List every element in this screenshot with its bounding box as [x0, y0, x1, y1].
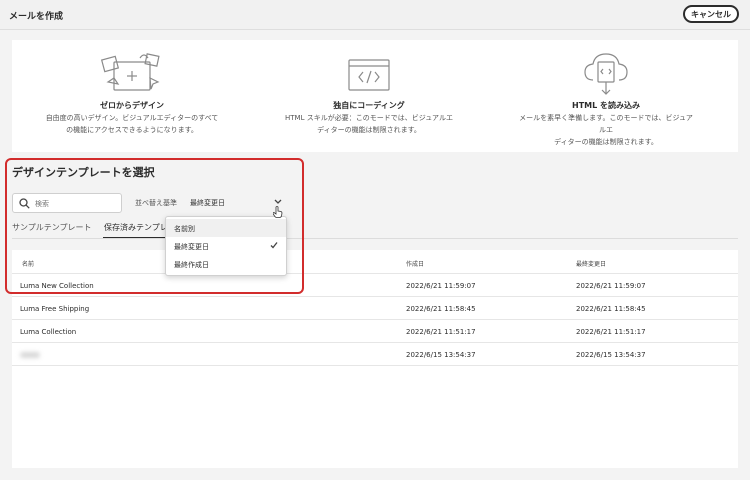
row-name: Luma Free Shipping: [20, 305, 90, 313]
design-canvas-icon: [100, 50, 164, 96]
option-title: ゼロからデザイン: [100, 101, 164, 110]
row-created: 2022/6/15 13:54:37: [406, 351, 476, 359]
option-title: 独自にコーディング: [333, 101, 405, 110]
page-title: メールを作成: [9, 12, 64, 22]
table-row[interactable]: Luma Collection 2022/6/21 11:51:17 2022/…: [12, 320, 738, 343]
sort-option-last-created[interactable]: 最終作成日: [166, 255, 286, 273]
cancel-button[interactable]: キャンセル: [683, 5, 739, 23]
option-import-html[interactable]: HTML を読み込み メールを素早く準備します。このモードでは、ビジュアルエ デ…: [506, 40, 706, 152]
row-modified: 2022/6/15 13:54:37: [576, 351, 646, 359]
table-header: 名前 作成日 最終変更日: [12, 250, 738, 274]
row-name: Luma Collection: [20, 328, 77, 336]
row-modified: 2022/6/21 11:59:07: [576, 282, 646, 290]
row-name: Luma New Collection: [20, 282, 94, 290]
column-header-created[interactable]: 作成日: [406, 259, 424, 268]
template-tabs: サンプルテンプレート 保存済みテンプレ: [12, 222, 738, 239]
sort-dropdown-menu: 名前別 最終変更日 最終作成日: [165, 216, 287, 276]
option-custom-code[interactable]: 独自にコーディング HTML スキルが必要：このモードでは、ビジュアルエ ディタ…: [269, 40, 469, 152]
option-description: メールを素早く準備します。このモードでは、ビジュアルエ ディターの機能は制限され…: [519, 114, 693, 146]
row-name-redacted: [20, 352, 40, 358]
hand-cursor-icon: [272, 206, 283, 220]
option-description: 自由度の高いデザイン。ビジュアルエディターのすべて の機能にアクセスできるように…: [45, 114, 219, 134]
top-bar: メールを作成 キャンセル: [0, 0, 750, 30]
sort-label: 並べ替え基準: [135, 199, 177, 207]
cloud-upload-icon: [583, 50, 629, 98]
sort-option-name[interactable]: 名前別: [166, 219, 286, 237]
search-icon: [19, 198, 30, 211]
row-modified: 2022/6/21 11:58:45: [576, 305, 646, 313]
option-title: HTML を読み込み: [572, 101, 640, 110]
row-created: 2022/6/21 11:58:45: [406, 305, 476, 313]
option-design-from-scratch[interactable]: ゼロからデザイン 自由度の高いデザイン。ビジュアルエディターのすべて の機能にア…: [32, 40, 232, 152]
table-row[interactable]: Luma Free Shipping 2022/6/21 11:58:45 20…: [12, 297, 738, 320]
tabs-divider: [12, 238, 738, 239]
creation-options-panel: ゼロからデザイン 自由度の高いデザイン。ビジュアルエディターのすべて の機能にア…: [12, 40, 738, 152]
row-created: 2022/6/21 11:51:17: [406, 328, 476, 336]
search-input[interactable]: [35, 197, 119, 210]
table-row[interactable]: 2022/6/15 13:54:37 2022/6/15 13:54:37: [12, 343, 738, 366]
checkmark-icon: [270, 241, 278, 251]
tab-saved-templates[interactable]: 保存済みテンプレ: [104, 222, 168, 233]
sort-option-last-modified[interactable]: 最終変更日: [166, 237, 286, 255]
table-row[interactable]: Luma New Collection 2022/6/21 11:59:07 2…: [12, 274, 738, 297]
section-title: デザインテンプレートを選択: [12, 166, 155, 179]
row-created: 2022/6/21 11:59:07: [406, 282, 476, 290]
column-header-name[interactable]: 名前: [22, 259, 34, 268]
column-header-modified[interactable]: 最終変更日: [576, 259, 606, 268]
code-window-icon: [347, 58, 391, 94]
tab-sample-templates[interactable]: サンプルテンプレート: [12, 222, 92, 233]
option-description: HTML スキルが必要：このモードでは、ビジュアルエ ディターの機能は制限されま…: [284, 114, 453, 134]
sort-dropdown-value[interactable]: 最終変更日: [190, 198, 225, 208]
row-modified: 2022/6/21 11:51:17: [576, 328, 646, 336]
templates-table: 名前 作成日 最終変更日 Luma New Collection 2022/6/…: [12, 250, 738, 468]
search-box[interactable]: [12, 193, 122, 213]
